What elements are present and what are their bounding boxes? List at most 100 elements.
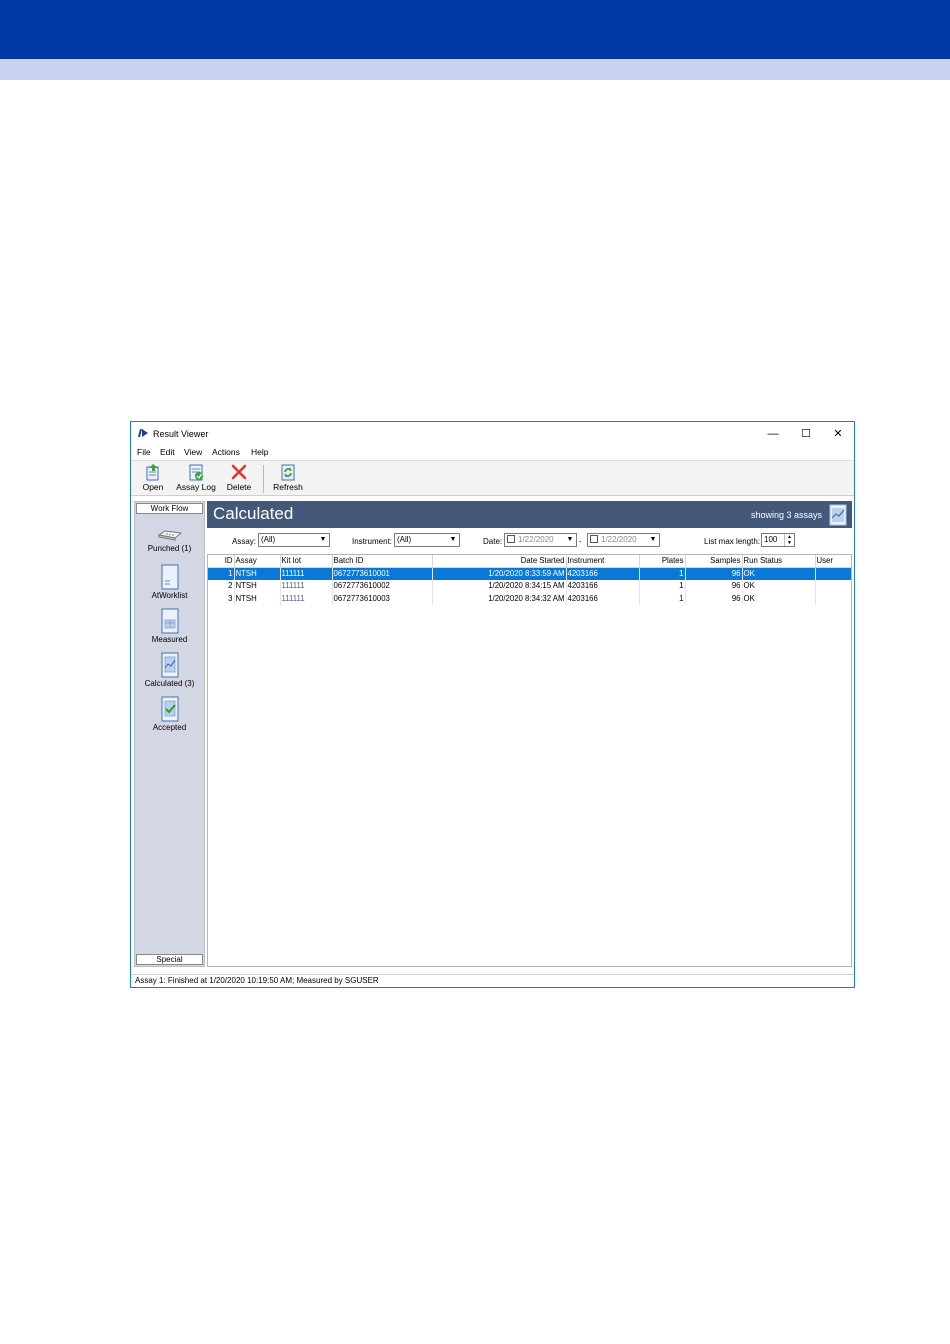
column-header-user[interactable]: User [815, 555, 851, 568]
measured-document-icon [161, 608, 178, 634]
column-header-id[interactable]: ID [208, 555, 235, 568]
menu-edit[interactable]: Edit [160, 447, 175, 457]
sidebar-item-calculated[interactable]: Calculated (3) [135, 652, 204, 688]
calculated-banner-icon [829, 504, 847, 526]
accepted-document-icon [161, 696, 178, 722]
menu-view[interactable]: View [184, 447, 202, 457]
maximize-button[interactable]: ☐ [795, 426, 817, 442]
cell-id: 3 [208, 592, 235, 605]
assay-filter-select[interactable]: (All) ▼ [258, 533, 330, 547]
date-from-checkbox[interactable] [507, 535, 515, 543]
table-row[interactable]: 1 NTSH 111111 0672773610001 1/20/2020 8:… [208, 567, 851, 580]
cell-user [815, 592, 851, 605]
menu-help[interactable]: Help [251, 447, 268, 457]
cell-batch-id: 0672773610003 [332, 592, 433, 605]
result-viewer-window: Result Viewer — ☐ ✕ File Edit View Actio… [130, 421, 855, 988]
date-range-separator: - [579, 537, 582, 546]
instrument-filter-select[interactable]: (All) ▼ [394, 533, 460, 547]
cell-id: 1 [208, 567, 235, 580]
sidebar-item-label: Measured [151, 635, 188, 644]
cell-instrument: 4203166 [566, 592, 640, 605]
refresh-button[interactable]: Refresh [271, 463, 305, 495]
sidebar-item-punched[interactable]: Punched (1) [135, 529, 204, 553]
column-header-assay[interactable]: Assay [234, 555, 281, 568]
cell-kit-lot: 111111 [280, 567, 333, 580]
open-icon [146, 464, 159, 481]
chevron-down-icon: ▼ [319, 536, 327, 543]
date-from-value: 1/22/2020 [518, 535, 554, 544]
column-header-date-started[interactable]: Date Started [432, 555, 567, 568]
assay-count-text: showing 3 assays [750, 510, 822, 520]
date-to-value: 1/22/2020 [601, 535, 637, 544]
cell-plates: 1 [639, 567, 686, 580]
cell-assay: NTSH [234, 579, 281, 592]
open-label: Open [142, 482, 164, 492]
sidebar-footer-special[interactable]: Special [136, 954, 203, 965]
menu-bar: File Edit View Actions Help [131, 446, 854, 460]
cell-id: 2 [208, 579, 235, 592]
app-logo-icon [138, 429, 148, 437]
cell-run-status: OK [742, 579, 816, 592]
calculated-document-icon [161, 652, 178, 678]
cell-date-started: 1/20/2020 8:33:59 AM [432, 567, 567, 580]
cell-run-status: OK [742, 567, 816, 580]
date-to-checkbox[interactable] [590, 535, 598, 543]
close-button[interactable]: ✕ [827, 426, 849, 442]
table-row[interactable]: 3 NTSH 111111 0672773610003 1/20/2020 8:… [208, 592, 851, 605]
punch-card-icon [157, 530, 182, 541]
open-button[interactable]: Open [140, 463, 166, 495]
menu-actions[interactable]: Actions [212, 447, 240, 457]
list-max-length-value: 100 [764, 535, 778, 544]
list-max-length-stepper[interactable]: 100 ▲ ▼ [761, 533, 795, 547]
column-header-samples[interactable]: Samples [685, 555, 743, 568]
chevron-down-icon: ▼ [649, 536, 657, 543]
cell-run-status: OK [742, 592, 816, 605]
cell-assay: NTSH [234, 592, 281, 605]
minimize-button[interactable]: — [762, 426, 784, 442]
date-from-picker[interactable]: 1/22/2020 ▼ [504, 533, 577, 547]
toolbar-separator [263, 465, 264, 493]
menu-file[interactable]: File [137, 447, 151, 457]
refresh-icon [281, 464, 295, 481]
sidebar-item-label: Accepted [152, 723, 187, 732]
sidebar-header[interactable]: Work Flow [136, 503, 203, 514]
page-sub-bar [0, 59, 950, 80]
column-header-batch-id[interactable]: Batch ID [332, 555, 433, 568]
chevron-down-icon: ▼ [566, 536, 574, 543]
table-row[interactable]: 2 NTSH 111111 0672773610002 1/20/2020 8:… [208, 579, 851, 592]
delete-label: Delete [226, 482, 252, 492]
view-title: Calculated [213, 504, 294, 523]
cell-kit-lot: 111111 [280, 579, 333, 592]
cell-user [815, 579, 851, 592]
sidebar-item-accepted[interactable]: Accepted [135, 696, 204, 732]
cell-kit-lot: 111111 [280, 592, 333, 605]
spinner-arrows-icon[interactable]: ▲ ▼ [784, 534, 794, 546]
date-to-picker[interactable]: 1/22/2020 ▼ [587, 533, 660, 547]
assay-log-icon [189, 464, 203, 481]
sidebar-item-measured[interactable]: Measured [135, 608, 204, 644]
sidebar-item-label: Calculated (3) [144, 679, 195, 688]
column-header-kit-lot[interactable]: Kit lot [280, 555, 333, 568]
column-header-plates[interactable]: Plates [639, 555, 686, 568]
cell-instrument: 4203166 [566, 579, 640, 592]
column-header-run-status[interactable]: Run Status [742, 555, 816, 568]
cell-date-started: 1/20/2020 8:34:15 AM [432, 579, 567, 592]
document-icon [161, 564, 178, 590]
main-content: Calculated showing 3 assays Assay: (All)… [207, 501, 852, 969]
cell-samples: 96 [685, 567, 743, 580]
title-bar[interactable]: Result Viewer — ☐ ✕ [131, 422, 854, 446]
filter-bar: Assay: (All) ▼ Instrument: (All) ▼ Date:… [207, 531, 852, 551]
instrument-filter-label: Instrument: [352, 537, 393, 546]
assay-log-button[interactable]: Assay Log [175, 463, 217, 495]
page-top-bar [0, 0, 950, 59]
column-header-instrument[interactable]: Instrument [566, 555, 640, 568]
workflow-sidebar: Work Flow Punched (1) AtWorklist Measure… [134, 501, 205, 967]
cell-samples: 96 [685, 592, 743, 605]
cell-batch-id: 0672773610002 [332, 579, 433, 592]
delete-button[interactable]: Delete [224, 463, 254, 495]
cell-plates: 1 [639, 579, 686, 592]
table-header-row: ID Assay Kit lot Batch ID Date Started I… [208, 555, 851, 568]
sidebar-item-atworklist[interactable]: AtWorklist [135, 564, 204, 600]
cell-assay: NTSH [234, 567, 281, 580]
cell-plates: 1 [639, 592, 686, 605]
